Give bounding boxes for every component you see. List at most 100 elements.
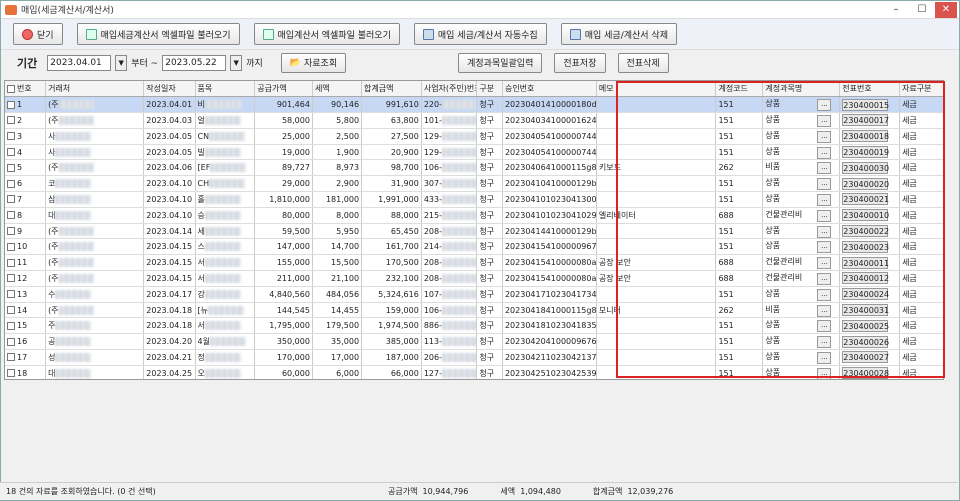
cell-memo[interactable]: 엘리베이터: [596, 207, 717, 224]
close-window-icon[interactable]: ✕: [935, 1, 957, 18]
row-checkbox[interactable]: [7, 116, 15, 125]
col-header-item[interactable]: 품목: [195, 81, 256, 98]
voucher-button[interactable]: 230400017: [842, 114, 889, 127]
voucher-button[interactable]: 230400030: [842, 161, 889, 174]
voucher-button[interactable]: 230400026: [842, 335, 889, 348]
table-row[interactable]: 2 (주 2023.04.03 얼 58,000 5,800 63,800 101- 청구…: [5, 112, 943, 129]
row-checkbox[interactable]: [7, 148, 15, 157]
cell-account-name[interactable]: 상품...: [762, 223, 841, 240]
import-invoice-excel-button[interactable]: 매입계산서 엑셀파일 불러오기: [253, 23, 400, 45]
cell-row-number[interactable]: 1: [5, 96, 47, 114]
cell-account-code[interactable]: 151: [715, 286, 764, 303]
close-button[interactable]: 닫기: [13, 23, 63, 45]
voucher-button[interactable]: 230400031: [842, 304, 889, 317]
start-date-input[interactable]: 2023.04.01: [47, 54, 112, 71]
table-row[interactable]: 18 대 2023.04.25 오 60,000 6,000 66,000 127- 청구…: [5, 365, 943, 379]
row-checkbox[interactable]: [7, 211, 15, 220]
lookup-button[interactable]: ...: [817, 351, 832, 364]
table-row[interactable]: 8대 2023.04.10 승 80,000 8,000 88,000 215- 청구 2…: [5, 207, 943, 224]
col-header-type[interactable]: 구분: [476, 81, 503, 98]
select-all-checkbox[interactable]: [7, 84, 15, 93]
row-checkbox[interactable]: [7, 337, 15, 346]
table-row[interactable]: 11 (주 2023.04.15 서 155,000 15,500 170,500 208…: [5, 254, 943, 272]
cell-account-name[interactable]: 건물관리비...: [762, 254, 841, 272]
cell-row-number[interactable]: 6: [5, 175, 47, 193]
lookup-button[interactable]: ...: [817, 130, 832, 143]
row-checkbox[interactable]: [7, 195, 15, 204]
cell-memo[interactable]: 공장 보안: [596, 254, 717, 272]
cell-account-code[interactable]: 151: [715, 223, 764, 240]
cell-account-name[interactable]: 상품...: [762, 349, 841, 366]
cell-row-number[interactable]: 8: [5, 207, 47, 224]
row-checkbox[interactable]: [7, 306, 15, 315]
col-header-bizno[interactable]: 사업자(주민)번호: [421, 81, 478, 98]
row-checkbox[interactable]: [7, 258, 15, 267]
cell-memo[interactable]: 모니터: [596, 302, 717, 319]
cell-row-number[interactable]: 13: [5, 286, 47, 303]
chevron-down-icon[interactable]: ▼: [115, 54, 128, 71]
cell-account-name[interactable]: 건물관리비...: [762, 207, 841, 224]
table-row[interactable]: 16 공 2023.04.20 4월 350,000 35,000 385,000 113…: [5, 333, 943, 351]
cell-memo[interactable]: [596, 223, 717, 240]
cell-account-name[interactable]: 비품...: [762, 159, 841, 177]
col-header-vendor[interactable]: 거래처: [45, 81, 145, 98]
col-header-date[interactable]: 작성일자: [143, 81, 196, 98]
cell-memo[interactable]: 키보드: [596, 159, 717, 177]
row-checkbox[interactable]: [7, 100, 15, 109]
row-checkbox[interactable]: [7, 242, 15, 251]
cell-row-number[interactable]: 14: [5, 302, 47, 319]
cell-memo[interactable]: [596, 191, 717, 208]
lookup-button[interactable]: ...: [817, 257, 832, 270]
maximize-icon[interactable]: ☐: [909, 2, 935, 18]
cell-account-name[interactable]: 상품...: [762, 286, 841, 303]
cell-account-name[interactable]: 비품...: [762, 302, 841, 319]
lookup-button[interactable]: ...: [817, 367, 832, 379]
cell-account-code[interactable]: 151: [715, 128, 764, 145]
cell-account-code[interactable]: 151: [715, 112, 764, 129]
save-voucher-button[interactable]: 전표저장: [554, 52, 606, 73]
table-row[interactable]: 1 (주 2023.04.01 비 901,464 90,146 991,610 220-…: [5, 96, 943, 114]
cell-account-name[interactable]: 상품...: [762, 128, 841, 145]
cell-memo[interactable]: [596, 144, 717, 161]
lookup-button[interactable]: ...: [817, 288, 832, 301]
lookup-button[interactable]: ...: [817, 114, 832, 127]
table-row[interactable]: 4사 2023.04.05 빌 19,000 1,900 20,900 129- 청구 2…: [5, 144, 943, 161]
lookup-button[interactable]: ...: [817, 241, 832, 254]
cell-account-code[interactable]: 151: [715, 317, 764, 335]
col-header-memo[interactable]: 메모: [596, 81, 717, 98]
cell-row-number[interactable]: 15: [5, 317, 47, 335]
minimize-icon[interactable]: –: [883, 2, 909, 18]
cell-account-name[interactable]: 상품...: [762, 144, 841, 161]
cell-memo[interactable]: [596, 175, 717, 193]
cell-memo[interactable]: [596, 128, 717, 145]
cell-account-code[interactable]: 688: [715, 207, 764, 224]
cell-row-number[interactable]: 10: [5, 238, 47, 256]
cell-account-code[interactable]: 151: [715, 191, 764, 208]
cell-memo[interactable]: [596, 286, 717, 303]
auto-collect-button[interactable]: 매입 세금/계산서 자동수집: [413, 23, 547, 45]
table-row[interactable]: 5 (주 2023.04.06 [EF 89,727 8,973 98,700 106- …: [5, 159, 943, 177]
row-checkbox[interactable]: [7, 274, 15, 283]
cell-row-number[interactable]: 5: [5, 159, 47, 177]
voucher-button[interactable]: 230400010: [842, 209, 889, 222]
lookup-button[interactable]: ...: [817, 225, 832, 238]
cell-account-name[interactable]: 상품...: [762, 317, 841, 335]
col-header-approval[interactable]: 승인번호: [502, 81, 597, 98]
table-row[interactable]: 14 (주 2023.04.18 [뉴 144,545 14,455 159,000 10…: [5, 302, 943, 319]
bulk-account-button[interactable]: 계정과목일괄입력: [458, 52, 543, 73]
table-row[interactable]: 13 수 2023.04.17 강 4,840,560 484,056 5,324,61…: [5, 286, 943, 303]
cell-account-name[interactable]: 상품...: [762, 333, 841, 351]
cell-memo[interactable]: [596, 112, 717, 129]
cell-row-number[interactable]: 7: [5, 191, 47, 208]
cell-memo[interactable]: [596, 96, 717, 114]
search-button[interactable]: 📂 자료조회: [280, 52, 347, 73]
cell-account-name[interactable]: 상품...: [762, 175, 841, 193]
lookup-button[interactable]: ...: [817, 178, 832, 191]
col-header-account-code[interactable]: 계정코드: [715, 81, 764, 98]
cell-memo[interactable]: 공장 보안: [596, 270, 717, 287]
cell-account-code[interactable]: 151: [715, 175, 764, 193]
cell-account-code[interactable]: 151: [715, 238, 764, 256]
delete-invoices-button[interactable]: 매입 세금/계산서 삭제: [560, 23, 677, 45]
lookup-button[interactable]: ...: [817, 272, 832, 285]
voucher-button[interactable]: 230400025: [842, 319, 889, 332]
